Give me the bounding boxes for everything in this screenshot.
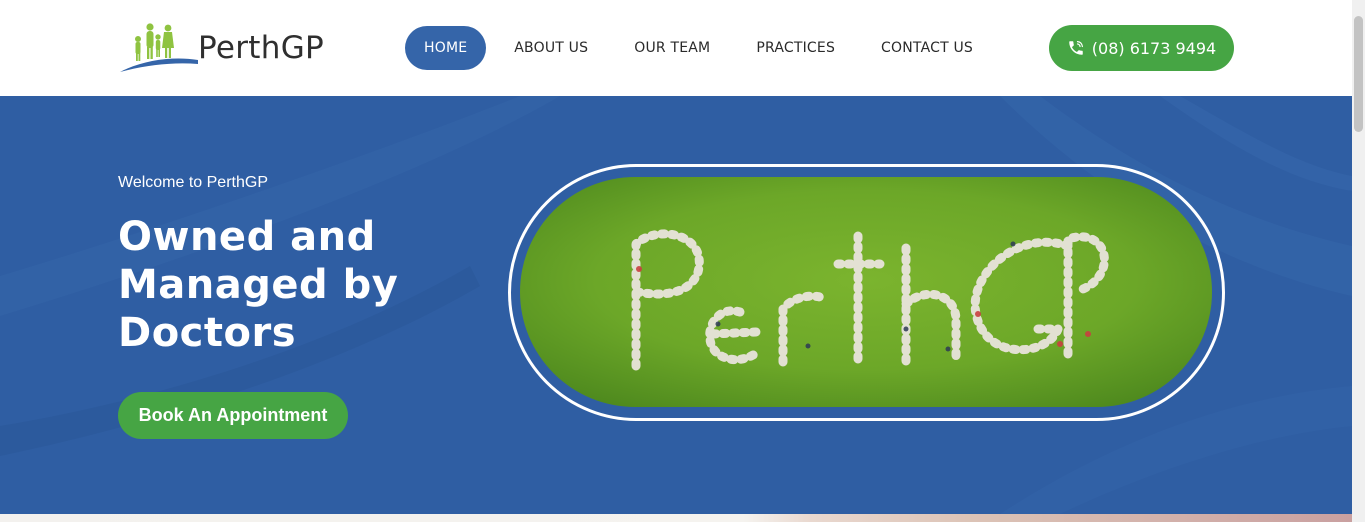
headline-line-2: Managed by	[118, 262, 399, 308]
main-nav: HOME ABOUT US OUR TEAM PRACTICES CONTACT…	[405, 26, 973, 70]
hero-section: Welcome to PerthGP Owned and Managed by …	[0, 96, 1352, 514]
nav-about-us[interactable]: ABOUT US	[514, 26, 588, 70]
nav-practices[interactable]: PRACTICES	[756, 26, 835, 70]
next-section-preview	[0, 514, 1352, 522]
brand-name: PerthGP	[198, 30, 325, 66]
phone-number: (08) 6173 9494	[1091, 38, 1217, 58]
page-scrollbar[interactable]	[1352, 0, 1365, 522]
aerial-people-spelling-perthgp-image	[508, 164, 1225, 421]
page: PerthGP HOME ABOUT US OUR TEAM PRACTICES…	[0, 0, 1365, 522]
nav-our-team[interactable]: OUR TEAM	[634, 26, 710, 70]
book-appointment-button[interactable]: Book An Appointment	[118, 392, 348, 439]
site-header: PerthGP HOME ABOUT US OUR TEAM PRACTICES…	[0, 0, 1352, 96]
headline-line-3: Doctors	[118, 310, 297, 356]
hero-headline: Owned and Managed by Doctors	[118, 213, 458, 357]
logo[interactable]: PerthGP	[118, 20, 338, 74]
nav-contact-us[interactable]: CONTACT US	[881, 26, 973, 70]
nav-home[interactable]: HOME	[405, 26, 487, 70]
phone-button[interactable]: (08) 6173 9494	[1049, 25, 1234, 71]
headline-line-1: Owned and	[118, 214, 376, 260]
phone-icon	[1069, 41, 1083, 55]
scrollbar-thumb[interactable]	[1354, 16, 1363, 132]
welcome-text: Welcome to PerthGP	[118, 174, 268, 191]
family-logo-icon	[120, 23, 198, 72]
hero-image-frame	[508, 164, 1225, 421]
